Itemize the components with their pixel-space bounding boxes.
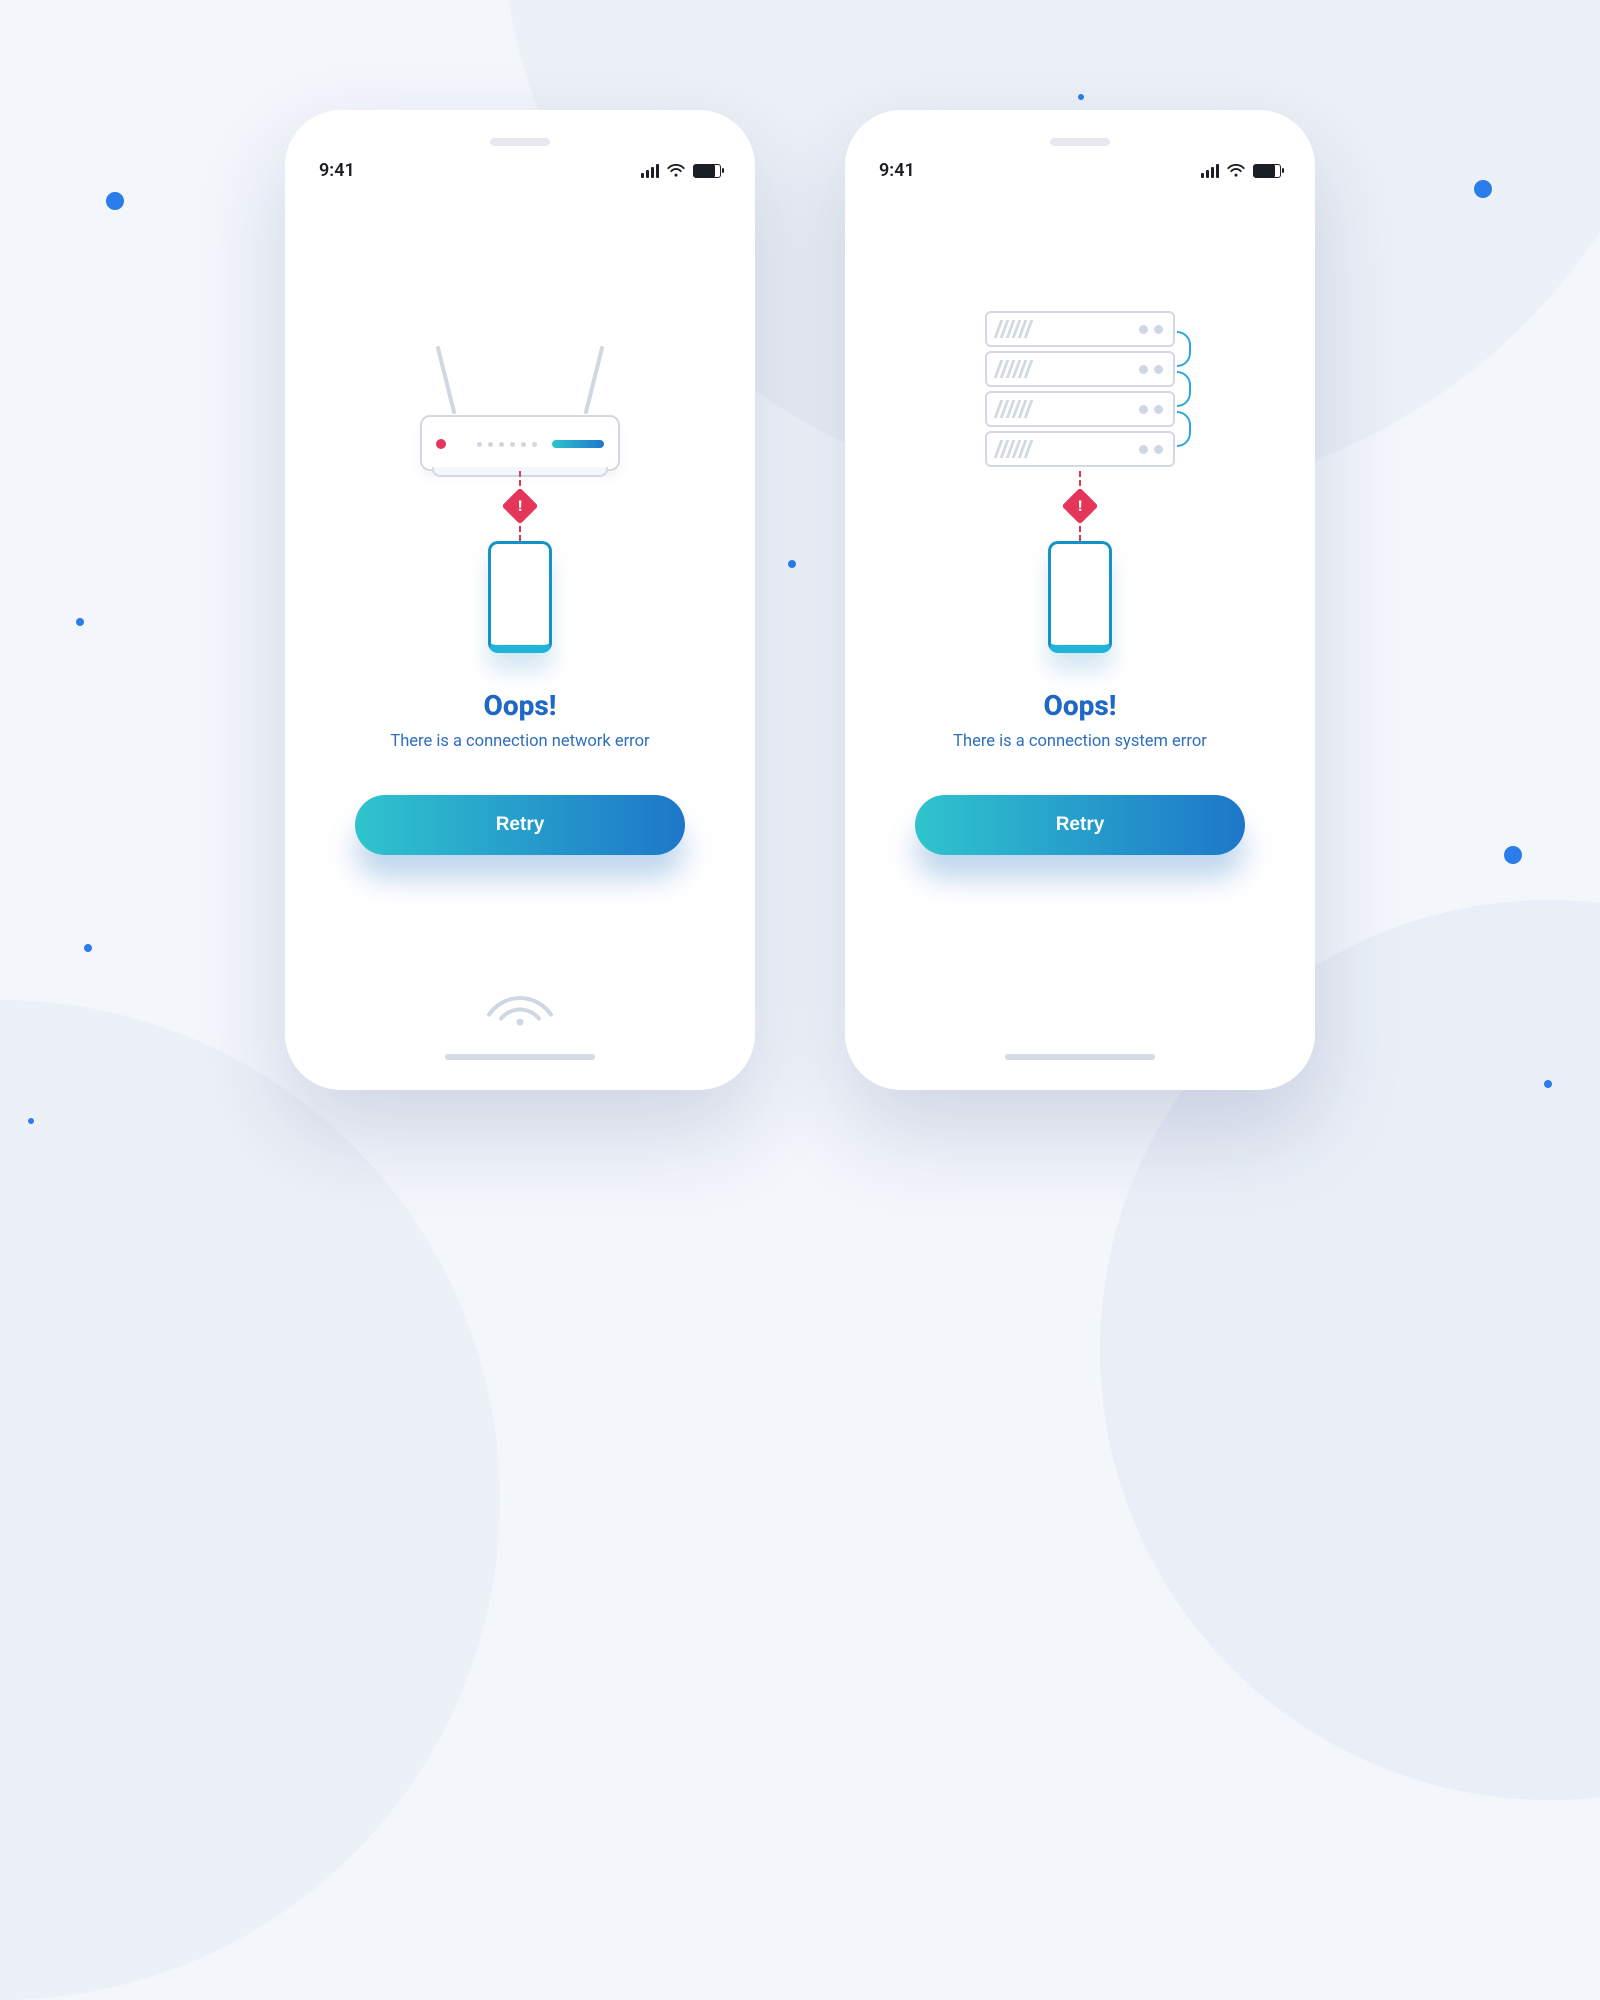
retry-button[interactable]: Retry [355, 795, 685, 855]
connection-error-indicator: ! [507, 471, 533, 541]
phone-speaker [490, 138, 550, 146]
home-indicator [1005, 1054, 1155, 1060]
status-bar: 9:41 [319, 160, 721, 181]
error-title: Oops! [1044, 689, 1117, 722]
phone-mockup-system-error: 9:41 [845, 110, 1315, 1090]
retry-button[interactable]: Retry [915, 795, 1245, 855]
status-bar: 9:41 [879, 160, 1281, 181]
error-title: Oops! [484, 689, 557, 722]
cellular-signal-icon [641, 164, 659, 178]
phone-device-icon [1048, 541, 1112, 653]
phone-speaker [1050, 138, 1110, 146]
router-illustration [420, 291, 620, 471]
phone-mockup-network-error: 9:41 [285, 110, 755, 1090]
battery-icon [1253, 164, 1281, 178]
error-subtitle: There is a connection system error [953, 732, 1207, 751]
error-diamond-icon: ! [1062, 488, 1099, 525]
error-diamond-icon: ! [502, 488, 539, 525]
status-time: 9:41 [319, 160, 355, 181]
phone-device-icon [488, 541, 552, 653]
home-indicator [445, 1054, 595, 1060]
wifi-icon [1227, 164, 1245, 178]
connection-error-indicator: ! [1067, 471, 1093, 541]
error-subtitle: There is a connection network error [390, 732, 649, 751]
status-time: 9:41 [879, 160, 915, 181]
status-right [641, 164, 721, 178]
server-illustration [985, 291, 1175, 471]
wifi-signal-icon [480, 976, 560, 1026]
cellular-signal-icon [1201, 164, 1219, 178]
wifi-icon [667, 164, 685, 178]
battery-icon [693, 164, 721, 178]
status-right [1201, 164, 1281, 178]
